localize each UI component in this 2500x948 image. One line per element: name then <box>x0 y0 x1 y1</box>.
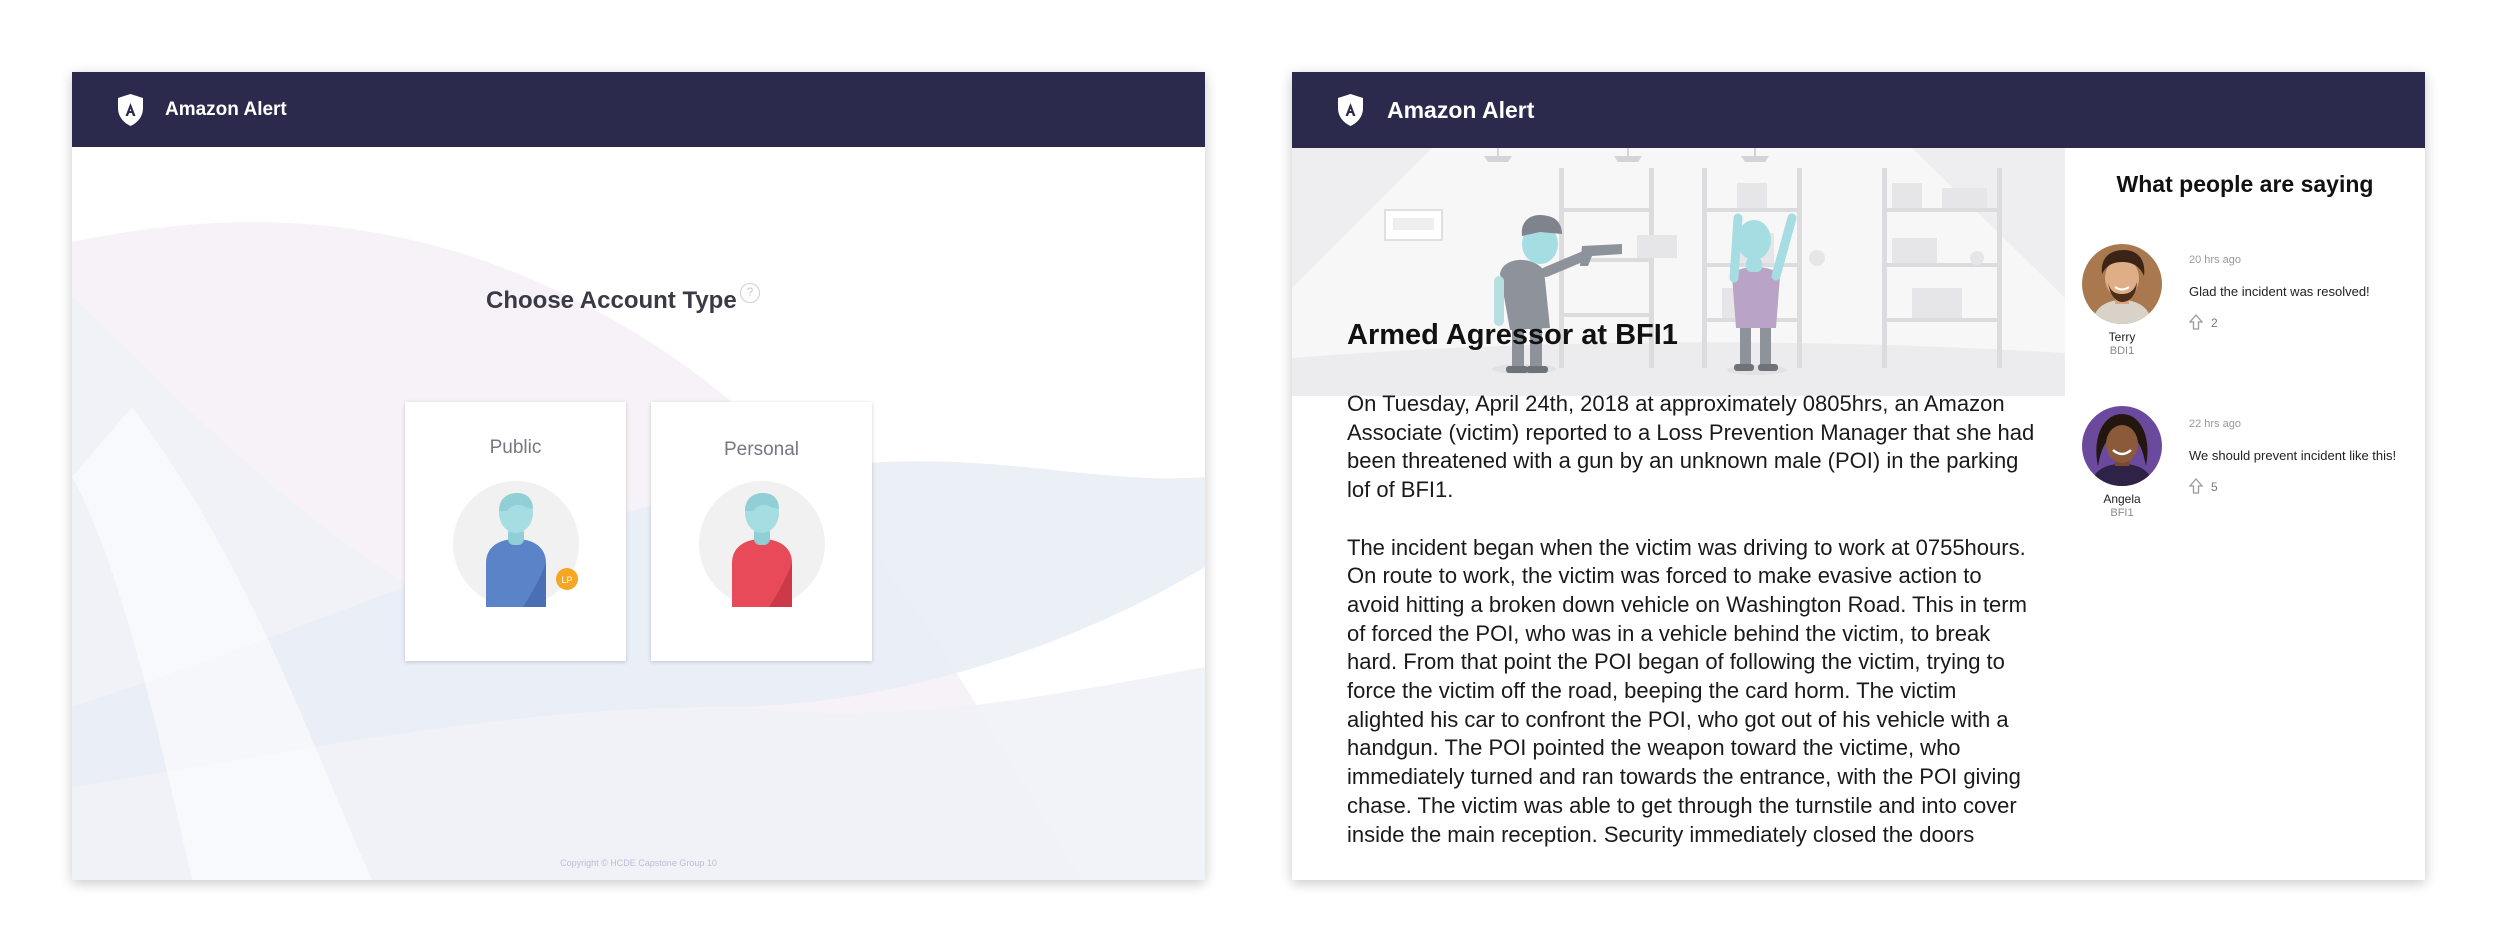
commenter-name[interactable]: Angela <box>2082 492 2162 506</box>
background-waves <box>72 222 1205 880</box>
top-navbar: Amazon Alert <box>1292 72 2425 148</box>
app-title[interactable]: Amazon Alert <box>165 99 287 121</box>
account-card-label: Personal <box>724 439 799 460</box>
upvote-arrow-icon[interactable] <box>2189 314 2203 330</box>
user-avatar-icon <box>699 481 825 607</box>
upvote-arrow-icon[interactable] <box>2189 478 2203 494</box>
commenter-name[interactable]: Terry <box>2082 330 2162 344</box>
article-paragraph: The incident began when the victim was d… <box>1347 534 2027 847</box>
user-avatar-icon: LP <box>453 481 579 607</box>
page-title: Choose Account Type <box>486 287 737 314</box>
comment-text: We should prevent incident like this! <box>2189 448 2397 463</box>
incident-illustration <box>1292 148 2065 396</box>
help-icon[interactable]: ? <box>740 283 760 303</box>
account-badge: LP <box>561 575 572 585</box>
app-title[interactable]: Amazon Alert <box>1387 97 1534 124</box>
comment-text: Glad the incident was resolved! <box>2189 284 2370 299</box>
article-body: On Tuesday, April 24th, 2018 at approxim… <box>1347 390 2037 878</box>
commenter-branch: BFI1 <box>2110 507 2134 519</box>
account-type-screen: Amazon Alert Choose Account Type ? Publi… <box>72 72 1205 880</box>
comment-time: 22 hrs ago <box>2189 418 2241 430</box>
vote-count: 2 <box>2211 316 2218 330</box>
commenter-branch: BDI1 <box>2109 345 2135 357</box>
account-card-label: Public <box>489 437 542 458</box>
vote-count: 5 <box>2211 480 2218 494</box>
shield-logo-icon[interactable] <box>116 93 145 127</box>
incident-detail-screen: Amazon Alert Armed Agressor at BFI1 On T… <box>1292 72 2425 880</box>
account-card-public[interactable]: Public LP <box>405 402 626 661</box>
copyright-text: Copyright © HCDE Capstone Group 10 <box>560 858 717 868</box>
comment-time: 20 hrs ago <box>2189 254 2241 266</box>
article-paragraph: On Tuesday, April 24th, 2018 at approxim… <box>1347 391 2035 503</box>
avatar[interactable] <box>2082 406 2162 486</box>
article-title: Armed Agressor at BFI1 <box>1347 319 1678 351</box>
avatar[interactable] <box>2082 244 2162 324</box>
top-navbar: Amazon Alert <box>72 72 1205 147</box>
comments-sidebar: What people are saying Terry BDI1 20 hrs… <box>2065 148 2425 880</box>
shield-logo-icon[interactable] <box>1336 93 1365 127</box>
sidebar-title: What people are saying <box>2116 171 2374 197</box>
account-card-personal[interactable]: Personal <box>651 402 872 661</box>
